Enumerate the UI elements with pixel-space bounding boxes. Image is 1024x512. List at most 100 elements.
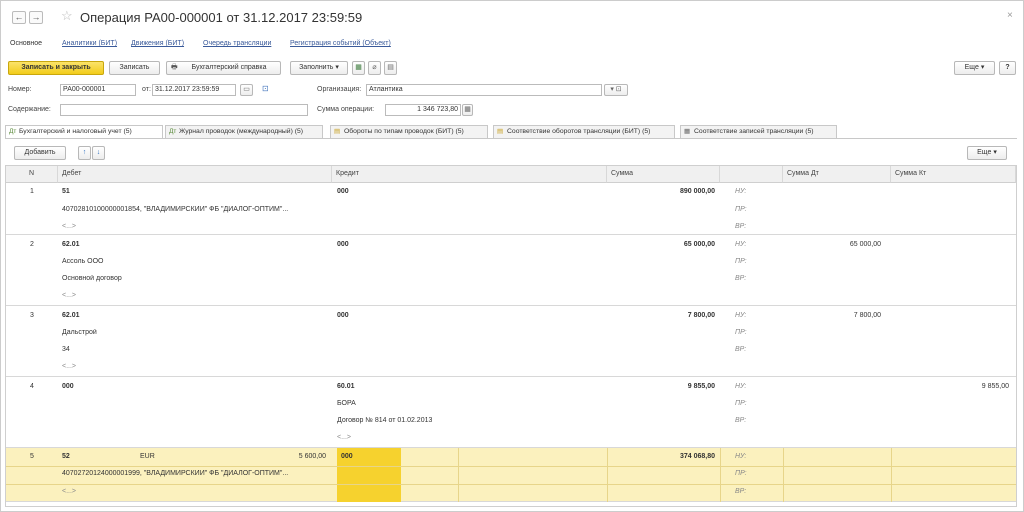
sum-value: 7 800,00: [687, 312, 715, 319]
fill-button[interactable]: Заполнить ▾: [290, 61, 348, 75]
tab-accounting-label: Бухгалтерский и налоговый учет (5): [19, 128, 132, 135]
arrow-left-icon: ←: [14, 12, 24, 22]
close-icon[interactable]: ×: [1007, 10, 1013, 21]
save-and-close-button[interactable]: Записать и закрыть: [8, 61, 104, 75]
forward-button[interactable]: →: [29, 11, 43, 24]
sum-value: 9 855,00: [687, 383, 715, 390]
tab-journal[interactable]: Дт Журнал проводок (международный) (5): [165, 125, 323, 139]
tab-turnovers[interactable]: ▤ Обороты по типам проводок (БИТ) (5): [330, 125, 488, 139]
credit-account[interactable]: 000: [341, 453, 353, 460]
subnav-link-analytics[interactable]: Аналитики (БИТ): [62, 40, 117, 47]
move-up-icon[interactable]: ↑: [78, 146, 91, 160]
table-icon: ▦: [684, 128, 691, 135]
tax-label-vr: ВР:: [735, 488, 747, 495]
dt-kt-icon: Дт: [9, 128, 17, 135]
tax-label-vr: ВР:: [735, 417, 747, 424]
organization-select-button[interactable]: ▾ ⊡: [604, 84, 628, 96]
sum-value: 890 000,00: [679, 188, 715, 195]
calendar-icon[interactable]: ▭: [240, 84, 253, 96]
column-header-sum-kt[interactable]: Сумма Кт: [891, 166, 1016, 183]
arrow-right-icon: →: [31, 12, 41, 22]
chevron-down-icon: ▾: [610, 86, 614, 93]
calculator-icon[interactable]: ▦: [462, 104, 473, 116]
favorite-star-icon[interactable]: ☆: [61, 8, 73, 24]
time-icon[interactable]: ⊡: [262, 84, 269, 93]
column-header-credit[interactable]: Кредит: [332, 166, 607, 183]
tab-record-match[interactable]: ▦ Соответствие записей трансляции (5): [680, 125, 837, 139]
tax-label-nu: НУ:: [735, 188, 747, 195]
sum-label: Сумма операции:: [317, 106, 375, 113]
debit-subconto-1: 40702720124000001999, "ВЛАДИМИРСКИЙ" ФБ …: [62, 470, 289, 477]
move-down-icon[interactable]: ↓: [92, 146, 105, 160]
add-button[interactable]: Добавить: [14, 146, 66, 160]
tab-accounting[interactable]: Дт Бухгалтерский и налоговый учет (5): [5, 125, 163, 139]
organization-field[interactable]: Атлантика: [366, 84, 602, 96]
tax-label-nu: НУ:: [735, 312, 747, 319]
paperclip-icon[interactable]: ⌀: [368, 61, 381, 75]
printer-icon: 🖶: [171, 64, 178, 71]
number-label: Номер:: [8, 86, 32, 93]
subnav-link-queue[interactable]: Очередь трансляции: [203, 40, 271, 47]
row-number: 1: [30, 188, 34, 195]
sum-field[interactable]: 1 346 723,80: [385, 104, 461, 116]
tax-label-pr: ПР:: [735, 258, 747, 265]
column-header-sum-dt[interactable]: Сумма Дт: [783, 166, 891, 183]
table-row[interactable]: 4 000 60.01 БОРА Договор № 814 от 01.02.…: [6, 378, 1016, 448]
tax-label-pr: ПР:: [735, 206, 747, 213]
credit-subconto-2: Договор № 814 от 01.02.2013: [337, 417, 433, 424]
credit-account: 000: [337, 188, 349, 195]
tab-journal-label: Журнал проводок (международный) (5): [179, 128, 304, 135]
debit-account: 62.01: [62, 241, 80, 248]
save-button[interactable]: Записать: [109, 61, 160, 75]
column-divider: [720, 448, 721, 502]
open-icon: ⊡: [615, 86, 622, 93]
credit-subconto-1: БОРА: [337, 400, 356, 407]
chevron-down-icon: ▾: [335, 64, 339, 71]
debit-account: 51: [62, 188, 70, 195]
tax-label-nu: НУ:: [735, 383, 747, 390]
debit-subconto-2: 34: [62, 346, 70, 353]
date-label: от:: [142, 86, 151, 93]
spreadsheet-icon[interactable]: ▦: [352, 61, 365, 75]
column-header-debit[interactable]: Дебет: [58, 166, 332, 183]
currency: EUR: [140, 453, 155, 460]
content-field[interactable]: [60, 104, 308, 116]
tab-record-match-label: Соответствие записей трансляции (5): [694, 128, 814, 135]
report-button[interactable]: 🖶 Бухгалтерский справка: [166, 61, 281, 75]
row-number: 4: [30, 383, 34, 390]
column-divider: [458, 448, 459, 502]
date-field[interactable]: 31.12.2017 23:59:59: [152, 84, 236, 96]
debit-account: 52: [62, 453, 70, 460]
table-row[interactable]: 3 62.01 Дальстрой 34 <...> 000 7 800,00 …: [6, 307, 1016, 377]
table-row[interactable]: 2 62.01 Ассоль ООО Основной договор <...…: [6, 236, 1016, 306]
tax-label-nu: НУ:: [735, 241, 747, 248]
help-button[interactable]: ?: [999, 61, 1016, 75]
more-button[interactable]: Еще ▾: [954, 61, 995, 75]
row-divider: [6, 484, 1016, 485]
number-field[interactable]: РА00-000001: [60, 84, 136, 96]
content-label: Содержание:: [8, 106, 51, 113]
column-header-sum[interactable]: Сумма: [607, 166, 720, 183]
report-button-label: Бухгалтерский справка: [191, 64, 267, 71]
debit-subconto-1: Ассоль ООО: [62, 258, 104, 265]
fill-button-label: Заполнить: [299, 64, 334, 71]
subnav-link-events[interactable]: Регистрация событий (Объект): [290, 40, 391, 47]
column-header-tax[interactable]: [720, 166, 783, 183]
table-more-button[interactable]: Еще ▾: [967, 146, 1007, 160]
table-row-selected[interactable]: 5 52 EUR 5 600,00 40702720124000001999, …: [6, 448, 1016, 502]
credit-subconto-3: <...>: [337, 434, 352, 441]
entries-table: N Дебет Кредит Сумма Сумма Дт Сумма Кт 1…: [5, 165, 1017, 507]
back-button[interactable]: ←: [12, 11, 26, 24]
table-row[interactable]: 1 51 40702810100000001854, "ВЛАДИМИРСКИЙ…: [6, 183, 1016, 235]
column-header-n[interactable]: N: [6, 166, 58, 183]
column-divider: [891, 448, 892, 502]
tab-turnover-match-label: Соответствие оборотов трансляции (БИТ) (…: [507, 128, 651, 135]
debit-subconto-2: <...>: [62, 488, 77, 495]
sum-value: 374 068,80: [679, 453, 715, 460]
tab-divider: [5, 138, 1017, 139]
document-icon[interactable]: ▤: [384, 61, 397, 75]
subnav-main[interactable]: Основное: [10, 40, 42, 47]
tab-turnover-match[interactable]: ▤ Соответствие оборотов трансляции (БИТ)…: [493, 125, 675, 139]
subnav-link-movements[interactable]: Движения (БИТ): [131, 40, 184, 47]
tax-label-vr: ВР:: [735, 223, 747, 230]
